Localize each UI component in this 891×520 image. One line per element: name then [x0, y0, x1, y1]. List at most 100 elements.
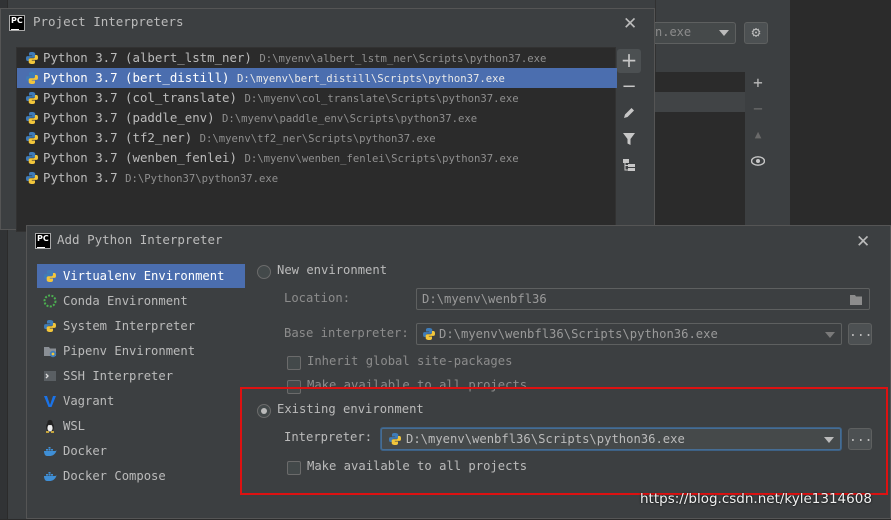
make-available-existing-checkbox[interactable] [287, 461, 301, 475]
list-item[interactable]: Python 3.7 D:\Python37\python37.exe [17, 168, 617, 188]
vagrant-icon [44, 396, 56, 407]
list-item[interactable]: Python 3.7 (wenben_fenlei) D:\myenv\wenb… [17, 148, 617, 168]
interpreter-path: D:\myenv\tf2_ner\Scripts\python37.exe [199, 133, 436, 145]
env-item-system[interactable]: System Interpreter [37, 314, 245, 338]
browse-base-interpreter-button[interactable]: ... [848, 323, 872, 345]
conda-icon [43, 294, 57, 308]
env-label: Docker Compose [63, 469, 166, 483]
list-item[interactable]: Python 3.7 (paddle_env) D:\myenv\paddle_… [17, 108, 617, 128]
interpreter-path: D:\myenv\wenben_fenlei\Scripts\python37.… [244, 153, 519, 165]
arrow-up-icon[interactable]: ▲ [747, 124, 769, 146]
env-label: WSL [63, 419, 86, 433]
list-item[interactable]: Python 3.7 (col_translate) D:\myenv\col_… [17, 88, 617, 108]
edit-pencil-icon[interactable] [617, 101, 641, 125]
pycharm-logo-icon: PC [35, 233, 51, 249]
new-environment-radio[interactable] [257, 265, 271, 279]
close-icon[interactable]: ✕ [856, 234, 870, 251]
base-interpreter-combo[interactable]: D:\myenv\wenbfl36\Scripts\python36.exe [416, 323, 842, 345]
list-item[interactable]: Python 3.7 (tf2_ner) D:\myenv\tf2_ner\Sc… [17, 128, 617, 148]
table-row[interactable] [655, 92, 745, 112]
env-label: SSH Interpreter [63, 369, 174, 383]
remove-interpreter-button[interactable]: − [617, 75, 641, 99]
env-item-ssh[interactable]: SSH Interpreter [37, 364, 245, 388]
base-interpreter-label: Base interpreter: [284, 326, 409, 340]
ide-right-area [790, 0, 891, 225]
env-item-docker[interactable]: Docker [37, 439, 245, 463]
env-item-pipenv[interactable]: Pipenv Environment [37, 339, 245, 363]
existing-environment-radio[interactable] [257, 404, 271, 418]
env-label: Virtualenv Environment [63, 269, 225, 283]
env-label: Conda Environment [63, 294, 188, 308]
interpreter-name: Python 3.7 (bert_distill) [43, 70, 230, 85]
make-available-existing-label: Make available to all projects [307, 459, 528, 473]
interpreter-path: D:\Python37\python37.exe [125, 173, 279, 185]
make-available-new-label: Make available to all projects [307, 378, 528, 392]
env-item-wsl[interactable]: WSL [37, 414, 245, 438]
dialog-title: Add Python Interpreter [57, 232, 223, 247]
python-icon [26, 72, 38, 84]
location-field[interactable]: D:\myenv\wenbfl36 [416, 288, 870, 310]
location-label: Location: [284, 291, 351, 305]
dialog-title: Project Interpreters [33, 14, 184, 29]
interpreter-name: Python 3.7 (albert_lstm_ner) [43, 50, 252, 65]
inherit-packages-checkbox[interactable] [287, 356, 301, 370]
chevron-down-icon [825, 332, 835, 338]
env-item-docker-compose[interactable]: Docker Compose [37, 464, 245, 488]
plus-icon[interactable]: + [747, 72, 769, 94]
watermark: https://blog.csdn.net/kyle1314608 [640, 491, 872, 507]
interpreter-combo-value: n.exe [655, 25, 692, 39]
environment-type-list: Virtualenv Environment Conda Environment… [37, 262, 247, 520]
gear-icon[interactable]: ⚙ [744, 22, 768, 44]
python-icon [26, 52, 38, 64]
python-icon [26, 172, 38, 184]
minus-icon[interactable]: − [747, 98, 769, 120]
interpreter-path: D:\myenv\albert_lstm_ner\Scripts\python3… [259, 53, 547, 65]
chevron-down-icon [719, 30, 729, 36]
base-interpreter-value: D:\myenv\wenbfl36\Scripts\python36.exe [439, 327, 718, 341]
add-interpreter-button[interactable]: + [617, 49, 641, 73]
location-value: D:\myenv\wenbfl36 [422, 292, 547, 306]
python-icon [423, 328, 435, 340]
make-available-new-checkbox[interactable] [287, 380, 301, 394]
filter-icon[interactable] [617, 127, 641, 151]
close-icon[interactable]: ✕ [623, 16, 637, 33]
eye-icon[interactable] [747, 150, 769, 172]
interpreter-label: Interpreter: [284, 430, 373, 444]
python-icon [44, 320, 56, 332]
interpreter-name: Python 3.7 (tf2_ner) [43, 130, 193, 145]
browse-interpreter-button[interactable]: ... [848, 428, 872, 450]
interpreter-name: Python 3.7 [43, 170, 118, 185]
env-label: System Interpreter [63, 319, 196, 333]
interpreters-toolbar: + − [617, 49, 641, 199]
list-item-selected[interactable]: Python 3.7 (bert_distill) D:\myenv\bert_… [17, 68, 617, 88]
interpreters-list: Python 3.7 (albert_lstm_ner) D:\myenv\al… [16, 47, 617, 232]
python-icon [26, 112, 38, 124]
ssh-icon [44, 371, 56, 381]
interpreter-path: D:\myenv\bert_distill\Scripts\python37.e… [236, 73, 505, 85]
chevron-down-icon [824, 437, 834, 443]
linux-icon [46, 419, 54, 433]
env-item-virtualenv[interactable]: Virtualenv Environment [37, 264, 245, 288]
interpreter-name: Python 3.7 (paddle_env) [43, 110, 215, 125]
pycharm-logo-icon: PC [9, 15, 25, 31]
env-label: Pipenv Environment [63, 344, 196, 358]
python-icon [26, 92, 38, 104]
env-item-vagrant[interactable]: Vagrant [37, 389, 245, 413]
interpreter-combo[interactable]: D:\myenv\wenbfl36\Scripts\python36.exe [381, 428, 841, 450]
list-item[interactable]: Python 3.7 (albert_lstm_ner) D:\myenv\al… [17, 48, 617, 68]
project-interpreters-dialog: PC Project Interpreters ✕ Python 3.7 (al… [0, 8, 655, 232]
interpreter-combo[interactable]: n.exe [655, 22, 736, 44]
pipenv-icon [44, 347, 57, 358]
env-label: Vagrant [63, 394, 115, 408]
virtualenv-icon [44, 270, 56, 282]
interpreter-path: D:\myenv\paddle_env\Scripts\python37.exe [222, 113, 478, 125]
env-item-conda[interactable]: Conda Environment [37, 289, 245, 313]
docker-icon [44, 472, 57, 481]
existing-environment-label: Existing environment [277, 402, 424, 416]
env-label: Docker [63, 444, 108, 458]
docker-icon [44, 447, 57, 456]
tree-paths-icon[interactable] [617, 153, 641, 177]
python-icon [389, 433, 401, 445]
python-icon [26, 132, 38, 144]
folder-icon[interactable] [849, 294, 863, 306]
